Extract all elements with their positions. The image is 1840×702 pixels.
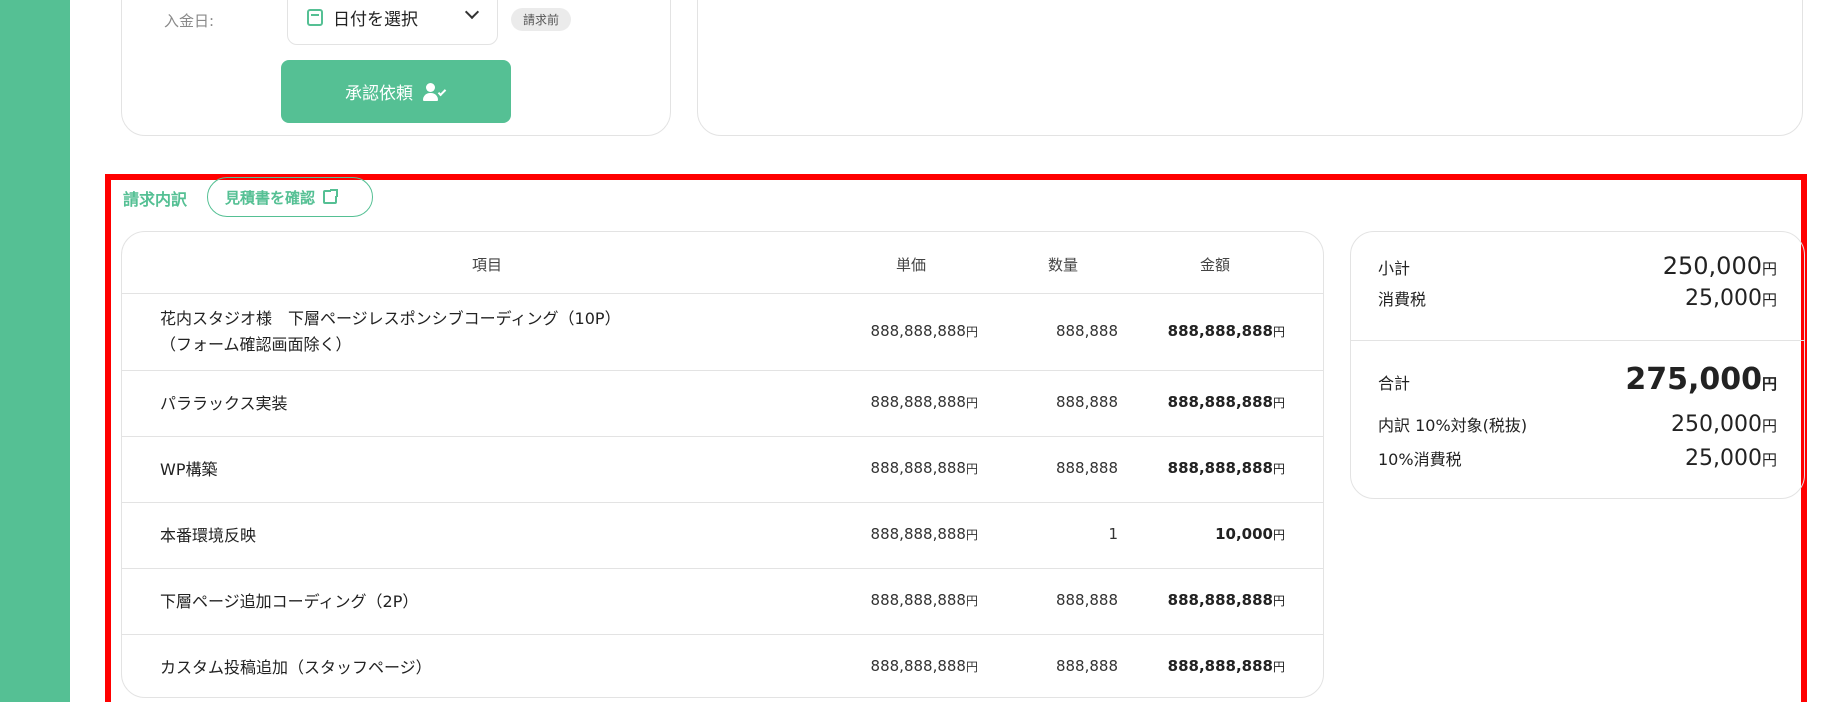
- view-estimate-button[interactable]: 見積書を確認: [207, 177, 373, 217]
- breakdown-label: 内訳 10%対象(税抜): [1378, 416, 1528, 435]
- row-unit-price: 888,888,888円: [870, 322, 978, 340]
- row-item-name: 花内スタジオ様 下層ページレスポンシブコーディング（10P） （フォーム確認画面…: [160, 309, 621, 354]
- summary-divider: [1351, 340, 1804, 341]
- subtotal-value: 250,000円: [1662, 252, 1777, 280]
- breakdown-line: 内訳 10%対象(税抜) 250,000円: [1378, 412, 1777, 437]
- row-unit-price: 888,888,888円: [870, 591, 978, 609]
- view-estimate-label: 見積書を確認: [225, 188, 316, 207]
- row-quantity: 888,888: [1055, 322, 1118, 340]
- info-card: [697, 0, 1803, 136]
- tax10-line: 10%消費税 25,000円: [1378, 446, 1777, 471]
- total-label: 合計: [1378, 374, 1411, 393]
- table-row: カスタム投稿追加（スタッフページ） 888,888,888円 888,888 8…: [122, 635, 1323, 697]
- breakdown-title: 請求内訳: [123, 190, 188, 209]
- row-quantity: 888,888: [1055, 459, 1118, 477]
- row-unit-price: 888,888,888円: [870, 459, 978, 477]
- row-item-name: 本番環境反映: [160, 526, 257, 545]
- row-amount: 888,888,888円: [1167, 322, 1285, 340]
- row-unit-price: 888,888,888円: [870, 393, 978, 411]
- row-amount: 888,888,888円: [1167, 393, 1285, 411]
- row-item-name: 下層ページ追加コーディング（2P）: [160, 592, 419, 611]
- tax-line: 消費税 25,000円: [1378, 286, 1777, 311]
- header-amount: 金額: [1200, 256, 1231, 274]
- subtotal-label: 小計: [1378, 259, 1411, 278]
- date-select-value: 日付を選択: [333, 10, 418, 30]
- row-unit-price: 888,888,888円: [870, 657, 978, 675]
- external-link-icon: [323, 188, 340, 204]
- row-amount: 888,888,888円: [1167, 459, 1285, 477]
- row-item-name: WP構築: [160, 460, 218, 479]
- breakdown-table: 項目 単価 数量 金額 花内スタジオ様 下層ページレスポンシブコーディング（10…: [121, 231, 1324, 698]
- approval-request-button[interactable]: 承認依頼: [281, 60, 511, 123]
- total-value: 275,000円: [1625, 362, 1777, 397]
- calendar-icon: [307, 9, 323, 26]
- table-row: 本番環境反映 888,888,888円 1 10,000円: [122, 503, 1323, 569]
- tax10-label: 10%消費税: [1378, 450, 1462, 469]
- breakdown-value: 250,000円: [1671, 412, 1777, 437]
- row-item-name: カスタム投稿追加（スタッフページ）: [160, 658, 432, 677]
- table-header: 項目 単価 数量 金額: [122, 232, 1323, 294]
- approval-request-label: 承認依頼: [345, 84, 413, 104]
- row-quantity: 888,888: [1055, 591, 1118, 609]
- row-unit-price: 888,888,888円: [870, 525, 978, 543]
- table-row: 花内スタジオ様 下層ページレスポンシブコーディング（10P） （フォーム確認画面…: [122, 294, 1323, 371]
- row-item-name: パララックス実装: [160, 394, 288, 413]
- row-quantity: 888,888: [1055, 657, 1118, 675]
- table-row: パララックス実装 888,888,888円 888,888 888,888,88…: [122, 371, 1323, 437]
- row-quantity: 1: [1108, 525, 1118, 543]
- payment-date-select[interactable]: 日付を選択: [287, 0, 498, 45]
- row-quantity: 888,888: [1055, 393, 1118, 411]
- row-amount: 888,888,888円: [1167, 591, 1285, 609]
- payment-date-label: 入金日:: [164, 12, 215, 30]
- user-check-icon: [423, 82, 447, 101]
- header-item: 項目: [472, 256, 503, 274]
- total-line: 合計 275,000円: [1378, 362, 1777, 397]
- header-quantity: 数量: [1048, 256, 1079, 274]
- summary-card: 小計 250,000円 消費税 25,000円 合計 275,000円 内訳 1…: [1350, 231, 1805, 499]
- tax10-value: 25,000円: [1685, 446, 1777, 471]
- status-badge: 請求前: [511, 8, 572, 31]
- chevron-down-icon: [464, 4, 480, 20]
- subtotal-line: 小計 250,000円: [1378, 252, 1777, 280]
- sidebar: [0, 0, 70, 702]
- row-amount: 10,000円: [1215, 525, 1285, 543]
- tax-value: 25,000円: [1685, 286, 1777, 311]
- row-amount: 888,888,888円: [1167, 657, 1285, 675]
- table-row: WP構築 888,888,888円 888,888 888,888,888円: [122, 437, 1323, 503]
- table-row: 下層ページ追加コーディング（2P） 888,888,888円 888,888 8…: [122, 569, 1323, 635]
- header-unit-price: 単価: [896, 256, 927, 274]
- tax-label: 消費税: [1378, 290, 1427, 309]
